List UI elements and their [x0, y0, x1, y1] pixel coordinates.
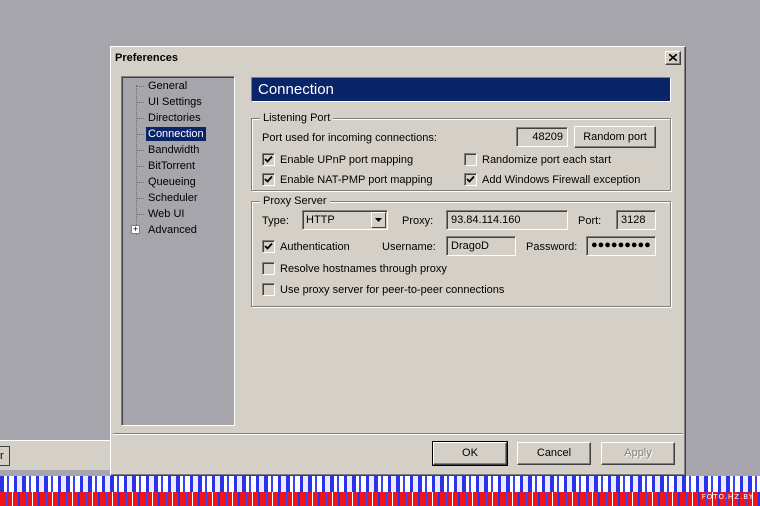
- preferences-nav-tree[interactable]: General UI Settings Directories Connecti…: [121, 76, 235, 426]
- natpmp-label: Enable NAT-PMP port mapping: [280, 174, 433, 186]
- randomize-port-label: Randomize port each start: [482, 154, 612, 166]
- chevron-down-icon: [375, 218, 382, 222]
- close-button[interactable]: [665, 51, 681, 65]
- tree-branch: [136, 118, 144, 119]
- tree-branch: [136, 102, 144, 103]
- dialog-separator: [113, 433, 683, 435]
- nav-item-scheduler[interactable]: Scheduler: [146, 191, 200, 205]
- peer-proxy-label: Use proxy server for peer-to-peer connec…: [280, 284, 505, 296]
- username-label: Username:: [382, 241, 436, 253]
- title-bar[interactable]: Preferences: [113, 49, 683, 67]
- resolve-hostnames-label: Resolve hostnames through proxy: [280, 263, 447, 275]
- page-title: Connection: [251, 77, 671, 102]
- password-label: Password:: [526, 241, 578, 253]
- apply-button[interactable]: Apply: [601, 442, 675, 465]
- port-input[interactable]: 48209: [516, 127, 568, 147]
- upnp-label: Enable UPnP port mapping: [280, 154, 414, 166]
- randomize-port-checkbox[interactable]: [464, 153, 477, 166]
- dropdown-button[interactable]: [371, 212, 386, 228]
- proxy-type-value: HTTP: [306, 214, 335, 226]
- upnp-checkbox[interactable]: [262, 153, 275, 166]
- dialog-title: Preferences: [115, 52, 178, 64]
- proxy-port-label: Port:: [578, 215, 602, 227]
- nav-item-web-ui[interactable]: Web UI: [146, 207, 186, 221]
- tree-branch: [136, 182, 144, 183]
- resolve-hostnames-checkbox[interactable]: [262, 262, 275, 275]
- tree-line: [136, 85, 137, 235]
- ok-button[interactable]: OK: [432, 441, 508, 466]
- expand-icon[interactable]: +: [131, 225, 140, 234]
- peer-proxy-checkbox[interactable]: [262, 283, 275, 296]
- background-button-label: r: [0, 450, 4, 462]
- watermark: FOTO.HZ.BY: [701, 493, 754, 501]
- proxy-type-select[interactable]: HTTP: [302, 210, 388, 230]
- proxy-host-input[interactable]: 93.84.114.160: [446, 210, 568, 230]
- preferences-dialog: Preferences General UI Settings Director…: [110, 46, 686, 476]
- cancel-button[interactable]: Cancel: [517, 442, 591, 465]
- firewall-checkbox[interactable]: [464, 173, 477, 186]
- random-port-button[interactable]: Random port: [574, 126, 656, 148]
- authentication-checkbox[interactable]: [262, 240, 275, 253]
- port-label: Port used for incoming connections:: [262, 132, 437, 144]
- tree-branch: [136, 166, 144, 167]
- nav-item-ui-settings[interactable]: UI Settings: [146, 95, 204, 109]
- proxy-host-label: Proxy:: [402, 215, 434, 227]
- check-icon: [466, 175, 475, 183]
- check-icon: [264, 175, 273, 183]
- proxy-type-label: Type:: [262, 215, 289, 227]
- tree-branch: [136, 198, 144, 199]
- pieces-progress-bar: [0, 492, 760, 506]
- tree-branch: [136, 150, 144, 151]
- pieces-availability-bar: [0, 476, 760, 492]
- check-icon: [264, 155, 273, 163]
- tree-branch: [136, 214, 144, 215]
- background-button[interactable]: r: [0, 446, 10, 466]
- background-window: [0, 440, 112, 470]
- nav-item-queueing[interactable]: Queueing: [146, 175, 198, 189]
- proxy-server-group: Proxy Server Type: HTTP Proxy: 93.84.114…: [251, 195, 671, 307]
- authentication-label: Authentication: [280, 241, 350, 253]
- firewall-label: Add Windows Firewall exception: [482, 174, 641, 186]
- nav-item-general[interactable]: General: [146, 79, 189, 93]
- password-input[interactable]: ●●●●●●●●●: [586, 236, 656, 256]
- nav-item-directories[interactable]: Directories: [146, 111, 203, 125]
- natpmp-checkbox[interactable]: [262, 173, 275, 186]
- tree-branch: [136, 86, 144, 87]
- nav-item-bandwidth[interactable]: Bandwidth: [146, 143, 201, 157]
- check-icon: [264, 242, 273, 250]
- listening-port-group: Listening Port Port used for incoming co…: [251, 112, 671, 191]
- username-input[interactable]: DragoD: [446, 236, 516, 256]
- tree-branch: [136, 134, 144, 135]
- close-icon: [669, 54, 677, 61]
- nav-item-bittorrent[interactable]: BitTorrent: [146, 159, 197, 173]
- proxy-server-group-label: Proxy Server: [260, 195, 330, 207]
- proxy-port-input[interactable]: 3128: [616, 210, 656, 230]
- nav-item-connection[interactable]: Connection: [146, 127, 206, 141]
- nav-item-advanced[interactable]: Advanced: [146, 223, 199, 237]
- listening-port-group-label: Listening Port: [260, 112, 334, 124]
